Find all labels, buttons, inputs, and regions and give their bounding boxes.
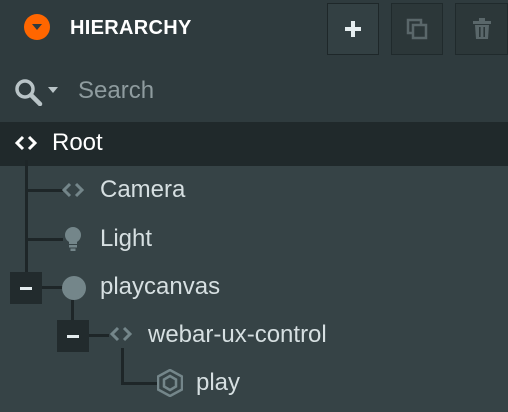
- delete-entity-button[interactable]: [455, 3, 508, 55]
- tree-line: [25, 189, 63, 192]
- tree-line: [25, 160, 28, 288]
- tree-line: [25, 238, 63, 241]
- tree-label-webar-ux-control[interactable]: webar-ux-control: [148, 320, 327, 350]
- tree-line: [121, 348, 124, 384]
- hexagon-icon: [156, 368, 184, 398]
- tree-label-play[interactable]: play: [196, 368, 240, 398]
- tree-label-camera[interactable]: Camera: [100, 175, 185, 205]
- panel-title: HIERARCHY: [70, 17, 192, 39]
- search-filter-button[interactable]: [14, 78, 62, 106]
- tree-label-light[interactable]: Light: [100, 224, 152, 254]
- collapse-toggle-playcanvas[interactable]: [10, 272, 42, 304]
- circle-icon: [60, 274, 88, 302]
- collapse-panel-button[interactable]: [24, 14, 50, 40]
- entity-code-icon: [108, 324, 134, 344]
- chevron-down-icon: [32, 24, 42, 30]
- trash-icon: [472, 18, 491, 39]
- add-entity-button[interactable]: [327, 3, 379, 55]
- entity-code-icon: [13, 131, 39, 155]
- search-input[interactable]: [78, 74, 498, 108]
- duplicate-entity-button[interactable]: [391, 3, 443, 55]
- entity-code-icon: [60, 180, 86, 200]
- lightbulb-icon: [62, 225, 84, 253]
- tree-label-playcanvas[interactable]: playcanvas: [100, 272, 220, 302]
- tree-line: [121, 382, 157, 385]
- collapse-toggle-webar-ux-control[interactable]: [57, 320, 89, 352]
- duplicate-icon: [406, 18, 428, 40]
- tree-label-root[interactable]: Root: [52, 128, 103, 158]
- caret-down-icon: [48, 87, 58, 93]
- plus-icon: [345, 21, 361, 37]
- search-icon: [15, 79, 43, 106]
